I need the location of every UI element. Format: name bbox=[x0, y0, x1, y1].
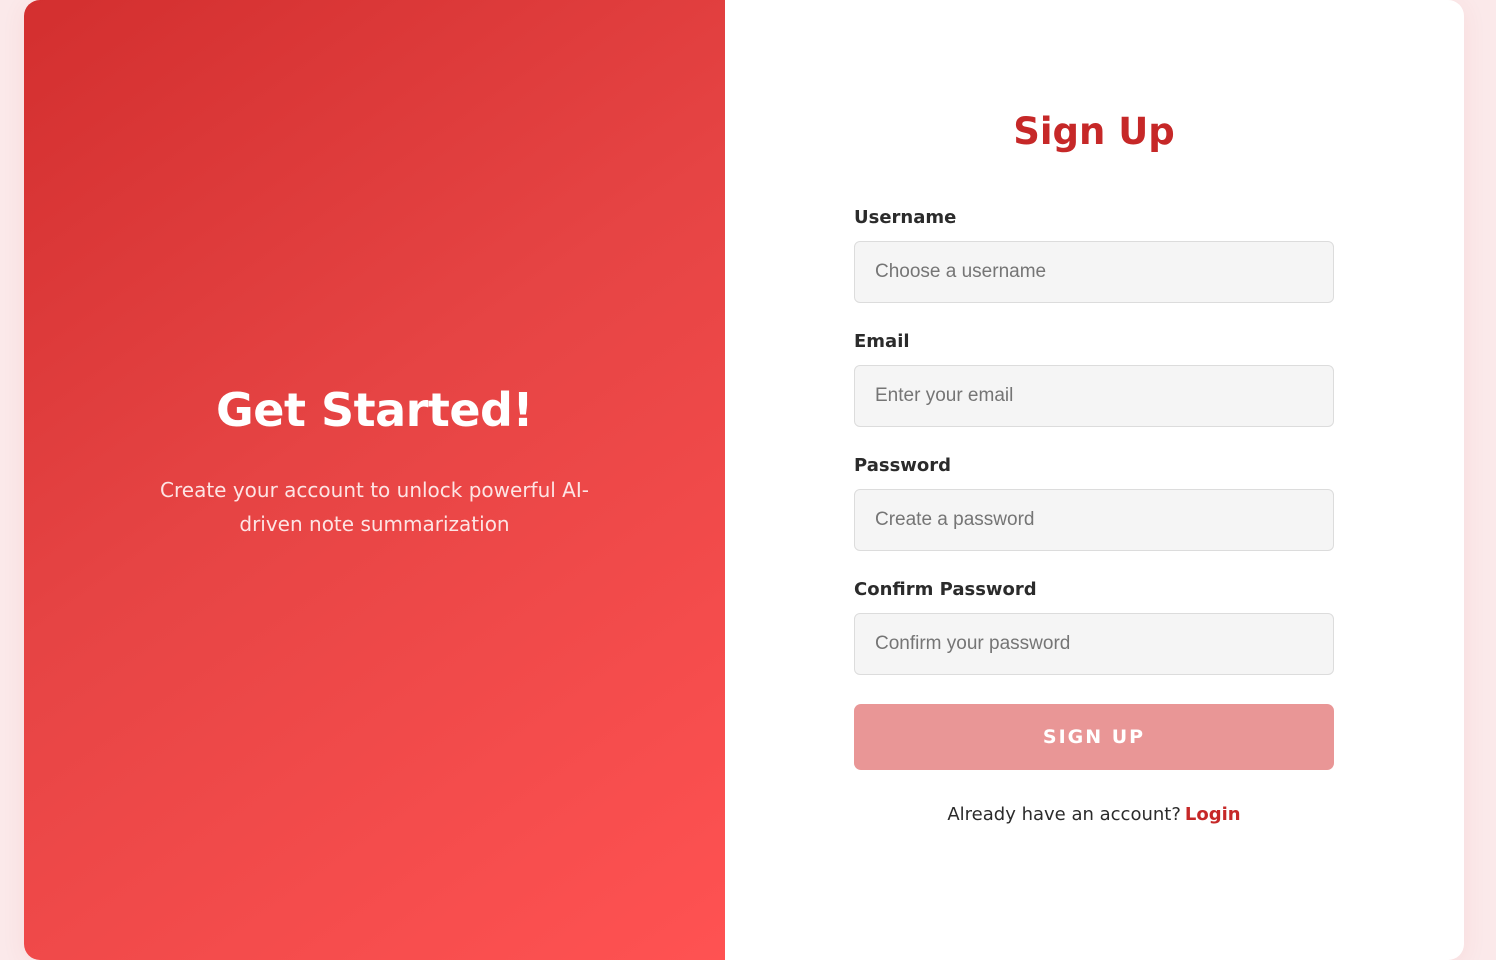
sign-up-button[interactable]: SIGN UP bbox=[854, 704, 1334, 770]
form-title: Sign Up bbox=[1013, 110, 1175, 153]
email-field-group: Email bbox=[854, 331, 1334, 427]
form-panel: Sign Up Username Email Password Confirm … bbox=[725, 0, 1464, 960]
hero-panel: Get Started! Create your account to unlo… bbox=[24, 0, 725, 960]
password-input[interactable] bbox=[854, 489, 1334, 551]
hero-subtitle: Create your account to unlock powerful A… bbox=[160, 478, 589, 537]
username-label: Username bbox=[854, 207, 957, 228]
email-input[interactable] bbox=[854, 365, 1334, 427]
login-prompt-text: Already have an account? bbox=[947, 804, 1181, 825]
email-label: Email bbox=[854, 331, 910, 352]
confirm-password-label: Confirm Password bbox=[854, 579, 1037, 600]
hero-title: Get Started! bbox=[216, 382, 533, 437]
signup-card: Get Started! Create your account to unlo… bbox=[24, 0, 1464, 960]
username-field-group: Username bbox=[854, 207, 1334, 303]
login-link[interactable]: Login bbox=[1185, 804, 1241, 825]
confirm-password-field-group: Confirm Password bbox=[854, 579, 1334, 675]
password-label: Password bbox=[854, 455, 952, 476]
confirm-password-input[interactable] bbox=[854, 613, 1334, 675]
password-field-group: Password bbox=[854, 455, 1334, 551]
username-input[interactable] bbox=[854, 241, 1334, 303]
login-prompt: Already have an account? Login bbox=[854, 804, 1334, 825]
signup-form: Sign Up Username Email Password Confirm … bbox=[854, 104, 1334, 825]
